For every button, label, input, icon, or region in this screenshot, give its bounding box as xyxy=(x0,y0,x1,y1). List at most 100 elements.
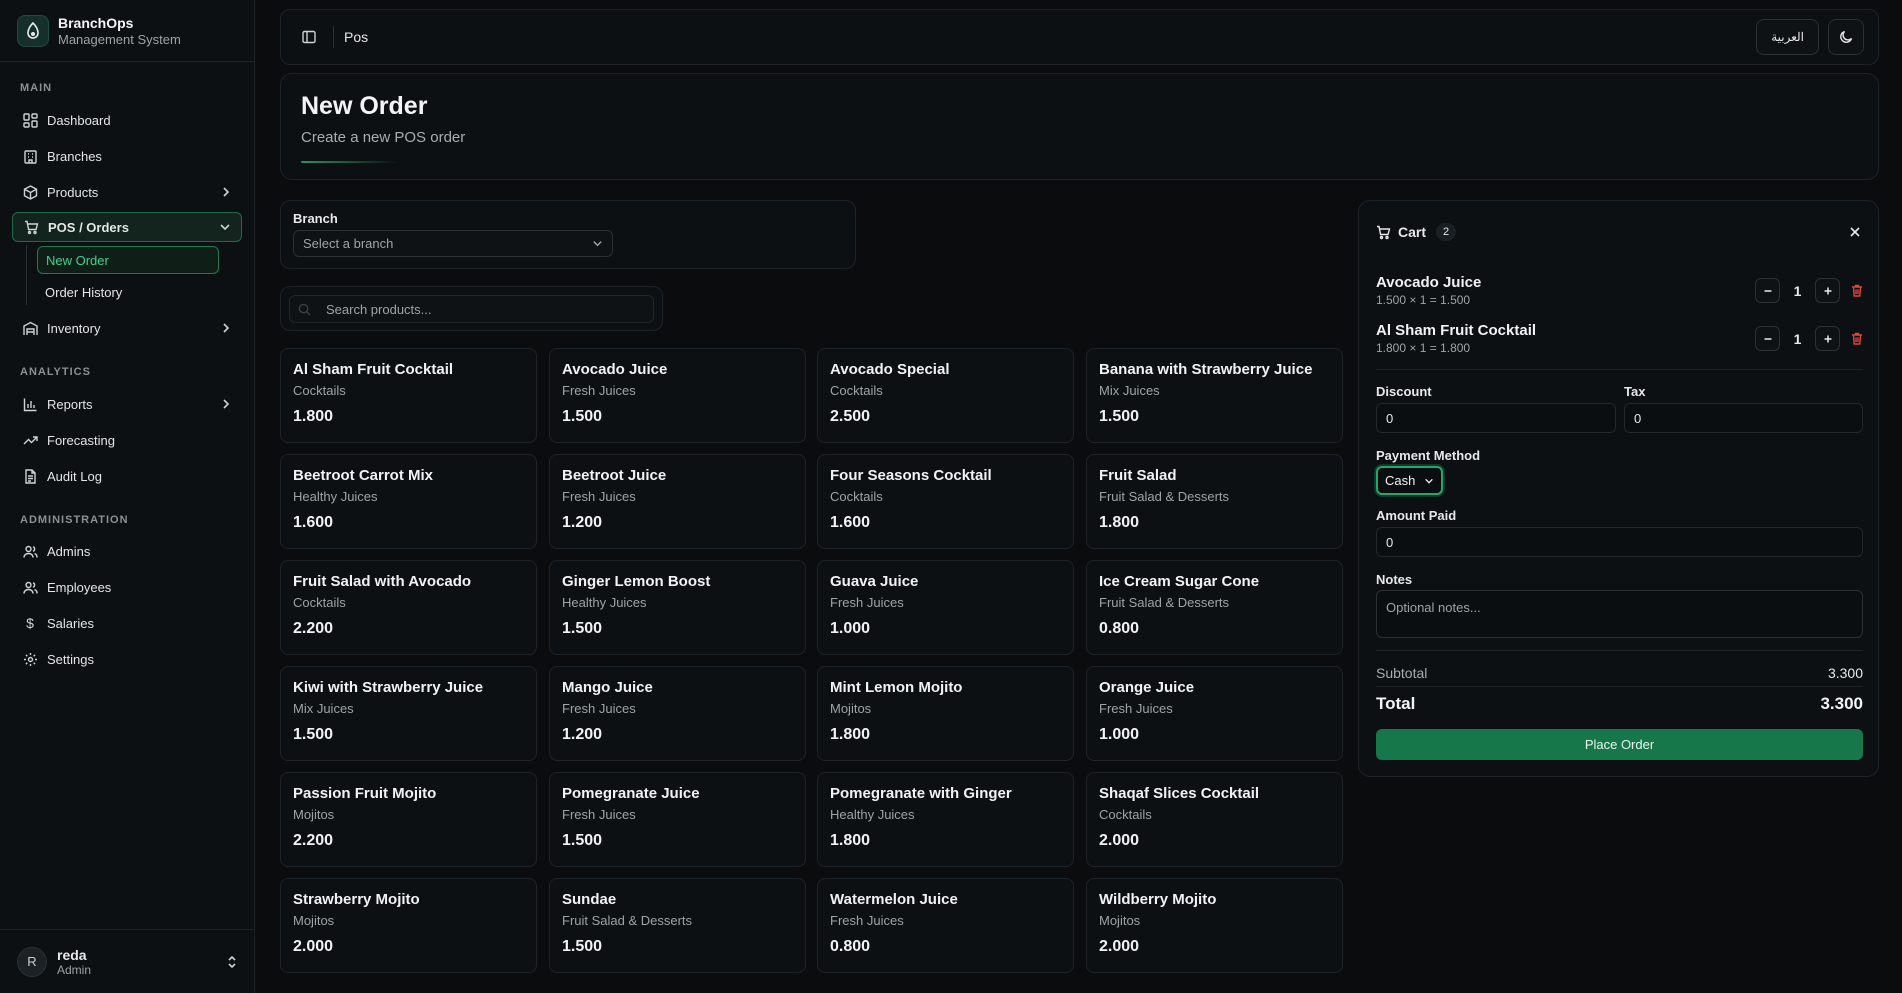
product-category: Mojitos xyxy=(1099,913,1141,928)
product-category: Fresh Juices xyxy=(562,489,636,504)
minus-icon xyxy=(1764,289,1771,292)
payment-method-select[interactable]: Cash xyxy=(1376,466,1443,495)
chevron-down-icon xyxy=(219,221,231,233)
sidebar-item-dashboard[interactable]: Dashboard xyxy=(12,105,242,135)
breadcrumb: Pos xyxy=(344,29,369,45)
product-card[interactable]: Four Seasons Cocktail Cocktails 1.600 xyxy=(817,454,1074,549)
search-input[interactable]: Search products... xyxy=(289,295,654,323)
page-subtitle: Create a new POS order xyxy=(301,129,466,146)
decrease-qty-button[interactable] xyxy=(1755,326,1780,351)
product-card[interactable]: Avocado Special Cocktails 2.500 xyxy=(817,348,1074,443)
product-card[interactable]: Mango Juice Fresh Juices 1.200 xyxy=(549,666,806,761)
product-category: Fruit Salad & Desserts xyxy=(562,913,693,928)
sidebar-item-label: Forecasting xyxy=(47,432,115,448)
sidebar-item-employees[interactable]: Employees xyxy=(12,572,242,602)
branch-select[interactable]: Select a branch xyxy=(293,230,613,257)
product-name: Orange Juice xyxy=(1099,679,1195,696)
place-order-button[interactable]: Place Order xyxy=(1376,729,1863,760)
product-card[interactable]: Shaqaf Slices Cocktail Cocktails 2.000 xyxy=(1086,772,1343,867)
increase-qty-button[interactable] xyxy=(1815,326,1840,351)
product-card[interactable]: Watermelon Juice Fresh Juices 0.800 xyxy=(817,878,1074,973)
product-card[interactable]: Avocado Juice Fresh Juices 1.500 xyxy=(549,348,806,443)
product-card[interactable]: Beetroot Juice Fresh Juices 1.200 xyxy=(549,454,806,549)
section-label-administration: ADMINISTRATION xyxy=(20,514,129,526)
product-name: Wildberry Mojito xyxy=(1099,891,1217,908)
product-card[interactable]: Kiwi with Strawberry Juice Mix Juices 1.50… xyxy=(280,666,537,761)
product-name: Beetroot Carrot Mix xyxy=(293,467,434,484)
chevron-down-icon xyxy=(592,238,603,249)
product-card[interactable]: Passion Fruit Mojito Mojitos 2.200 xyxy=(280,772,537,867)
sidebar-item-products[interactable]: Products xyxy=(12,177,242,207)
product-card[interactable]: Wildberry Mojito Mojitos 2.000 xyxy=(1086,878,1343,973)
product-card[interactable]: Guava Juice Fresh Juices 1.000 xyxy=(817,560,1074,655)
notes-textarea[interactable]: Optional notes... xyxy=(1376,590,1863,638)
product-card[interactable]: Mint Lemon Mojito Mojitos 1.800 xyxy=(817,666,1074,761)
product-name: Four Seasons Cocktail xyxy=(830,467,992,484)
product-category: Cocktails xyxy=(830,383,883,398)
product-card[interactable]: Sundae Fruit Salad & Desserts 1.500 xyxy=(549,878,806,973)
product-name: Pomegranate Juice xyxy=(562,785,700,802)
sidebar-item-settings[interactable]: Settings xyxy=(12,644,242,674)
product-card[interactable]: Ice Cream Sugar Cone Fruit Salad & Desser… xyxy=(1086,560,1343,655)
sidebar-item-label: Audit Log xyxy=(47,468,102,484)
sidebar-toggle-button[interactable] xyxy=(295,23,323,51)
trash-icon[interactable] xyxy=(1851,284,1863,297)
product-card[interactable]: Orange Juice Fresh Juices 1.000 xyxy=(1086,666,1343,761)
topbar: Pos العربية xyxy=(280,9,1879,65)
product-price: 2.200 xyxy=(293,620,334,637)
product-price: 1.500 xyxy=(562,832,603,849)
product-price: 0.800 xyxy=(1099,620,1140,637)
brand[interactable]: BranchOps Management System xyxy=(0,0,254,62)
product-card[interactable]: Al Sham Fruit Cocktail Cocktails 1.800 xyxy=(280,348,537,443)
close-icon[interactable] xyxy=(1849,226,1861,238)
product-category: Mojitos xyxy=(830,701,872,716)
sidebar-item-admins[interactable]: Admins xyxy=(12,536,242,566)
chevrons-up-down-icon xyxy=(226,955,238,969)
title-accent-line xyxy=(301,161,397,163)
amount-paid-input[interactable]: 0 xyxy=(1376,527,1863,557)
discount-input[interactable]: 0 xyxy=(1376,403,1616,433)
product-card[interactable]: Ginger Lemon Boost Healthy Juices 1.500 xyxy=(549,560,806,655)
decrease-qty-button[interactable] xyxy=(1755,278,1780,303)
sidebar-item-pos-orders[interactable]: POS / Orders xyxy=(12,212,242,242)
section-label-main: MAIN xyxy=(20,82,53,94)
plus-icon xyxy=(1824,287,1831,294)
product-category: Cocktails xyxy=(1099,807,1152,822)
product-card[interactable]: Strawberry Mojito Mojitos 2.000 xyxy=(280,878,537,973)
tax-input[interactable]: 0 xyxy=(1624,403,1863,433)
sidebar-item-branches[interactable]: Branches xyxy=(12,141,242,171)
product-category: Mojitos xyxy=(293,807,335,822)
user-role: Admin xyxy=(57,962,92,977)
product-card[interactable]: Banana with Strawberry Juice Mix Juices 1.… xyxy=(1086,348,1343,443)
divider xyxy=(333,26,334,48)
increase-qty-button[interactable] xyxy=(1815,278,1840,303)
sidebar-item-label: POS / Orders xyxy=(48,219,129,235)
product-price: 1.800 xyxy=(830,832,871,849)
sidebar-item-salaries[interactable]: $ Salaries xyxy=(12,608,242,638)
trending-up-icon xyxy=(22,432,38,448)
product-category: Healthy Juices xyxy=(830,807,915,822)
panel-left-icon xyxy=(302,30,316,44)
sidebar-item-reports[interactable]: Reports xyxy=(12,389,242,419)
product-card[interactable]: Fruit Salad Fruit Salad & Desserts 1.800 xyxy=(1086,454,1343,549)
sidebar-item-inventory[interactable]: Inventory xyxy=(12,313,242,343)
submenu-guide-line xyxy=(26,245,27,305)
product-price: 1.000 xyxy=(830,620,871,637)
sidebar-subitem-order-history[interactable]: Order History xyxy=(37,278,219,306)
product-card[interactable]: Beetroot Carrot Mix Healthy Juices 1.600 xyxy=(280,454,537,549)
theme-toggle-button[interactable] xyxy=(1828,19,1864,55)
user-menu[interactable]: R reda Admin xyxy=(0,929,255,993)
product-card[interactable]: Pomegranate with Ginger Healthy Juices 1.8… xyxy=(817,772,1074,867)
search-card: Search products... xyxy=(280,286,663,331)
sidebar-item-audit-log[interactable]: Audit Log xyxy=(12,461,242,491)
sidebar-item-forecasting[interactable]: Forecasting xyxy=(12,425,242,455)
sidebar-item-label: Reports xyxy=(47,396,93,412)
product-category: Mojitos xyxy=(293,913,335,928)
trash-icon[interactable] xyxy=(1851,332,1863,345)
language-toggle-button[interactable]: العربية xyxy=(1756,19,1819,55)
sidebar-subitem-new-order[interactable]: New Order xyxy=(37,246,219,274)
product-card[interactable]: Fruit Salad with Avocado Cocktails 2.200 xyxy=(280,560,537,655)
product-card[interactable]: Pomegranate Juice Fresh Juices 1.500 xyxy=(549,772,806,867)
product-name: Avocado Juice xyxy=(562,361,668,378)
sidebar-item-label: Branches xyxy=(47,148,102,164)
